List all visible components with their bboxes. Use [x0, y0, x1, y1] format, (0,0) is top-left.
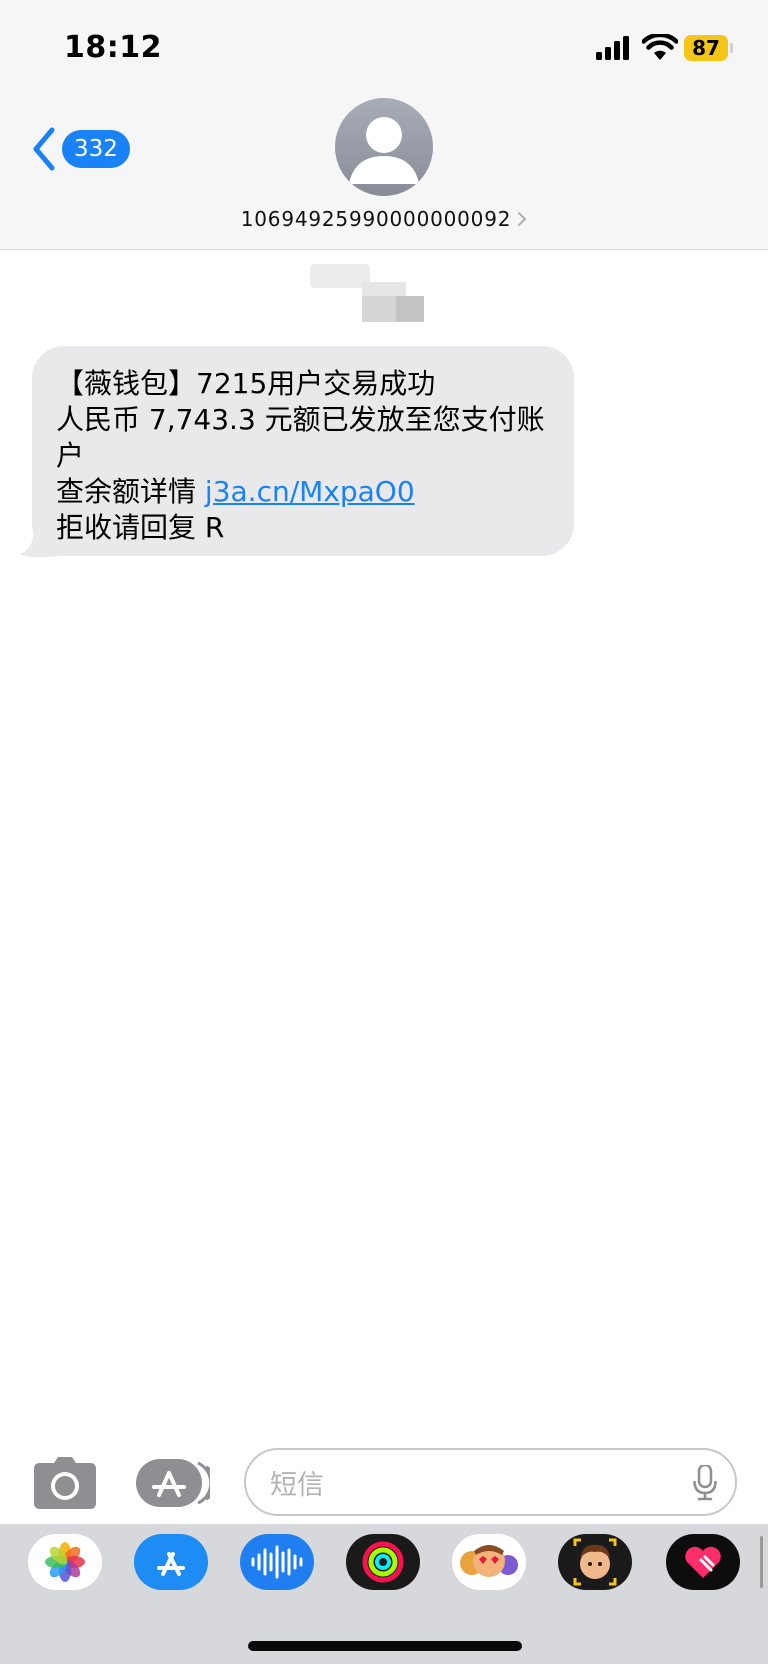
message-line: 【薇钱包】7215用户交易成功 [56, 367, 436, 400]
activity-rings-icon [362, 1541, 404, 1583]
memoji-face-icon [573, 1538, 617, 1586]
message-line: 拒收请回复 R [56, 511, 225, 544]
audio-message-app-icon[interactable] [240, 1534, 314, 1590]
conversation-header: 18:12 87 332 10694925990000000092 [0, 0, 768, 250]
app-store-icon [136, 1459, 218, 1507]
chevron-left-icon [33, 127, 55, 171]
microphone-icon[interactable] [693, 1465, 717, 1501]
digital-touch-app-icon[interactable] [666, 1534, 740, 1590]
battery-cap [730, 43, 733, 53]
app-store-button[interactable] [136, 1459, 218, 1507]
heart-hand-icon [685, 1546, 721, 1578]
app-store-app-icon[interactable] [134, 1534, 208, 1590]
message-link[interactable]: j3a.cn/MxpaO0 [205, 475, 415, 508]
drawer-scrollbar[interactable] [760, 1536, 763, 1588]
memoji-stickers-icon [460, 1545, 518, 1577]
chevron-right-icon [518, 212, 527, 226]
sender-details[interactable]: 10694925990000000092 [0, 207, 768, 231]
photos-app-icon[interactable] [28, 1534, 102, 1590]
home-indicator[interactable] [248, 1641, 522, 1651]
message-line: 查余额详情 j3a.cn/MxpaO0 [56, 474, 550, 510]
waveform-icon [251, 1545, 303, 1579]
photos-icon [45, 1542, 85, 1582]
blurred-timestamp [310, 260, 480, 330]
messages-screen: 18:12 87 332 10694925990000000092 【薇钱包】7… [0, 0, 768, 1664]
cellular-signal-icon [596, 36, 629, 60]
memoji-stickers-app-icon[interactable] [452, 1534, 526, 1590]
wifi-icon [642, 34, 678, 60]
app-store-a-icon [157, 1552, 185, 1576]
contact-avatar[interactable] [335, 98, 433, 196]
battery-indicator: 87 [684, 35, 728, 61]
sender-number: 10694925990000000092 [240, 207, 512, 231]
status-time: 18:12 [64, 30, 162, 65]
input-placeholder: 短信 [270, 1469, 324, 1501]
message-input[interactable]: 短信 [244, 1448, 737, 1516]
person-placeholder-icon [349, 117, 419, 184]
camera-icon[interactable] [34, 1457, 96, 1509]
back-button[interactable]: 332 [30, 126, 130, 172]
fitness-app-icon[interactable] [346, 1534, 420, 1590]
unread-count-badge: 332 [62, 130, 130, 168]
message-line: 人民币 7,743.3 元额已发放至您支付账户 [56, 403, 545, 472]
memoji-app-icon[interactable] [558, 1534, 632, 1590]
incoming-message-bubble[interactable]: 【薇钱包】7215用户交易成功 人民币 7,743.3 元额已发放至您支付账户 … [32, 346, 574, 556]
message-text: 查余额详情 [56, 475, 197, 508]
